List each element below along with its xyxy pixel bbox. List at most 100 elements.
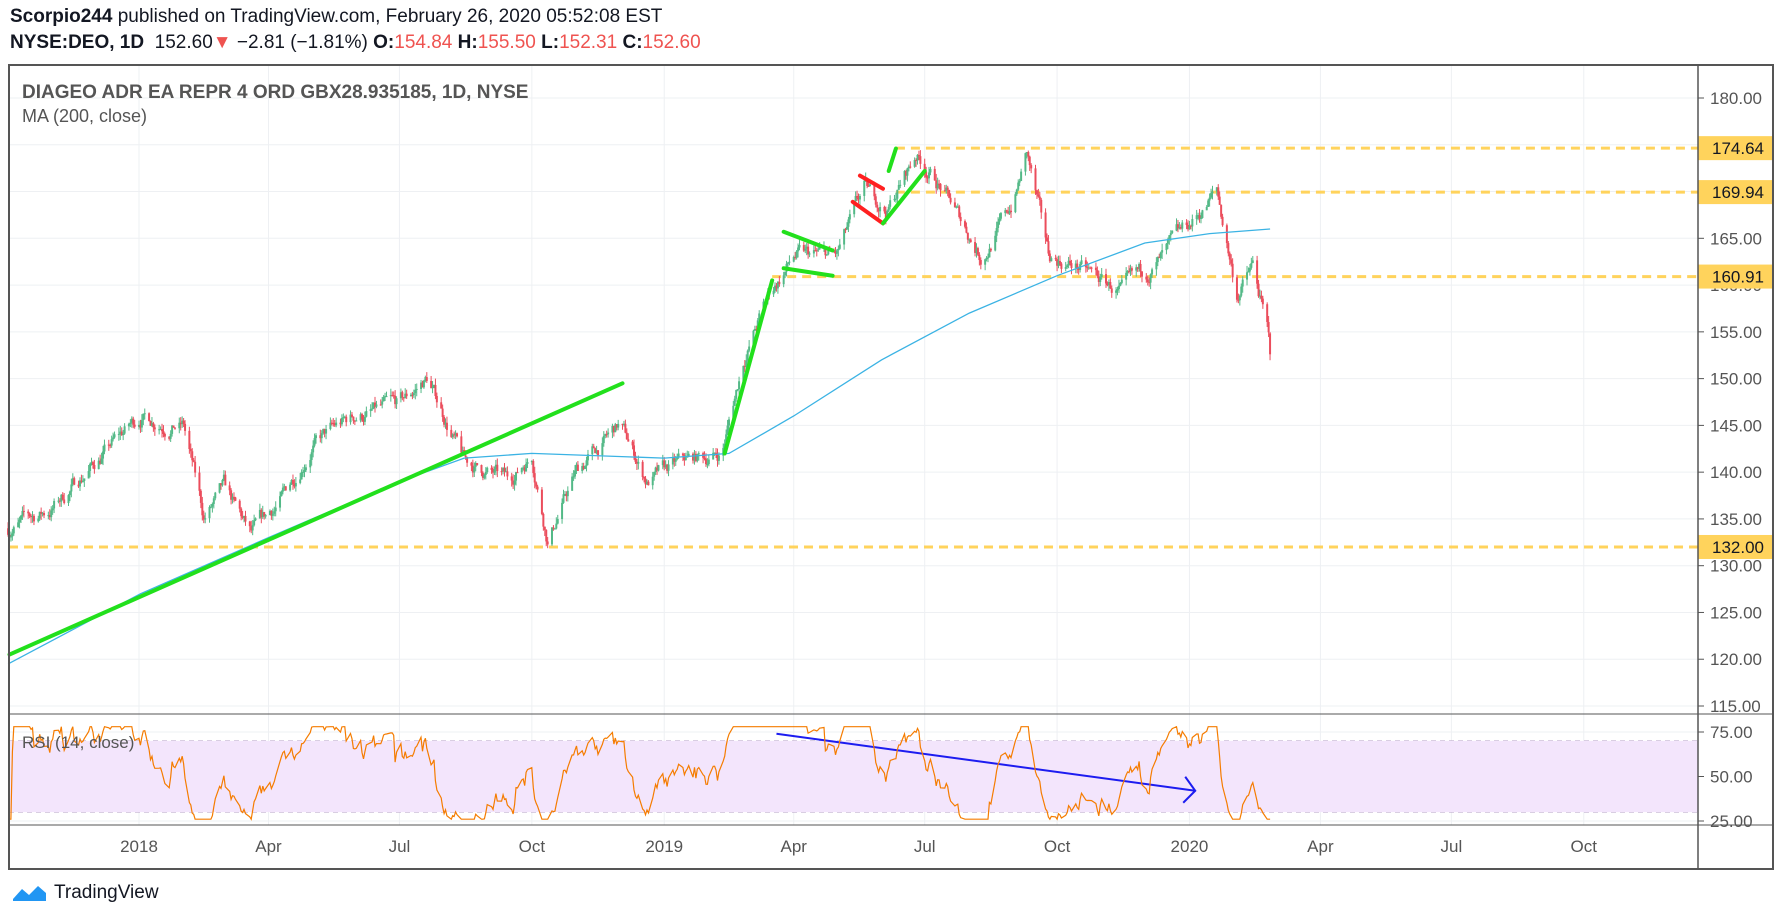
candle-body	[490, 467, 493, 470]
candle-body	[808, 253, 811, 255]
candle-body	[169, 433, 172, 439]
candle-body	[1171, 230, 1174, 234]
tradingview-logo[interactable]: TradingView	[12, 882, 159, 904]
candle-body	[314, 435, 317, 439]
candle-body	[1169, 233, 1172, 236]
candle-body	[953, 202, 956, 208]
candle-body	[87, 471, 90, 479]
candle-body	[244, 515, 247, 522]
candle-body	[340, 418, 343, 425]
candle-body	[212, 498, 215, 504]
candle-body	[100, 458, 103, 464]
candle-body	[434, 384, 437, 396]
candle-body	[1018, 180, 1021, 183]
candle-body	[484, 472, 487, 475]
candle-body	[27, 511, 30, 514]
candle-body	[782, 275, 785, 285]
candle-body	[607, 432, 610, 435]
candle-body	[1159, 252, 1162, 259]
candle-body	[712, 452, 715, 460]
candle-body	[966, 232, 969, 240]
candle-body	[681, 453, 684, 456]
candle-body	[142, 413, 145, 421]
candle-body	[493, 469, 496, 473]
candle-body	[73, 478, 76, 485]
candle-body	[883, 206, 886, 212]
candle-body	[1084, 260, 1087, 268]
candle-body	[797, 247, 800, 252]
candle-body	[948, 189, 951, 198]
candle-body	[1047, 241, 1050, 254]
candle-body	[140, 420, 143, 428]
candle-body	[1014, 194, 1017, 213]
candle-body	[684, 457, 687, 461]
candle-body	[1221, 216, 1224, 226]
candle-body	[365, 411, 368, 417]
candle-body	[17, 522, 20, 528]
candle-body	[464, 455, 467, 458]
candle-body	[194, 461, 197, 473]
candle-body	[1037, 194, 1040, 197]
candle-body	[1267, 322, 1270, 333]
candle-body	[894, 198, 897, 200]
candle-body	[143, 413, 146, 415]
rsi-band	[9, 740, 1698, 813]
candle-body	[997, 221, 1000, 228]
candle-body	[405, 393, 408, 397]
candle-body	[312, 445, 315, 453]
candle-body	[1257, 283, 1260, 297]
candle-body	[566, 490, 569, 497]
candle-body	[1010, 210, 1013, 213]
candle-body	[697, 453, 700, 455]
candle-body	[1125, 272, 1128, 280]
candle-body	[238, 500, 241, 509]
candle-body	[601, 443, 604, 456]
candle-body	[163, 433, 166, 437]
candle-body	[103, 444, 106, 452]
candle-body	[1165, 243, 1168, 251]
candle-body	[939, 183, 942, 191]
candle-body	[289, 484, 292, 491]
candle-body	[32, 515, 35, 522]
rsi-tick-label: 50.00	[1710, 768, 1753, 787]
candle-body	[1105, 274, 1108, 284]
candle-body	[727, 419, 730, 426]
candle-body	[510, 476, 513, 481]
candle-body	[525, 463, 528, 472]
candle-body	[949, 197, 952, 203]
candle-body	[1080, 260, 1083, 265]
candle-body	[1035, 190, 1038, 195]
candle-body	[1119, 282, 1122, 286]
level-label: 174.64	[1712, 139, 1764, 158]
price-tick-label: 135.00	[1710, 510, 1762, 529]
candle-body	[1228, 253, 1231, 260]
candle-body	[535, 482, 538, 487]
candle-body	[274, 507, 277, 512]
candle-body	[994, 235, 997, 251]
price-chart[interactable]: 180.00175.00170.00165.00160.00155.00150.…	[0, 0, 1782, 923]
candle-body	[123, 426, 126, 434]
candle-body	[91, 462, 94, 465]
candle-body	[102, 451, 105, 459]
candle-body	[651, 476, 654, 486]
candle-body	[18, 519, 21, 523]
candle-body	[1030, 165, 1033, 169]
candle-body	[667, 464, 670, 471]
rsi-tick-label: 75.00	[1710, 723, 1753, 742]
candle-body	[63, 499, 66, 504]
candle-body	[309, 460, 312, 468]
price-tick-label: 140.00	[1710, 463, 1762, 482]
candle-body	[906, 168, 909, 176]
candle-body	[847, 219, 850, 227]
candle-body	[304, 467, 307, 471]
candle-body	[173, 427, 176, 429]
candle-body	[624, 423, 627, 433]
candle-body	[422, 380, 425, 388]
candle-body	[1250, 263, 1253, 268]
candle-body	[113, 434, 116, 438]
candle-body	[325, 429, 328, 434]
candle-body	[445, 422, 448, 430]
candle-body	[838, 244, 841, 249]
candle-body	[1040, 199, 1043, 213]
candle-body	[385, 396, 388, 398]
